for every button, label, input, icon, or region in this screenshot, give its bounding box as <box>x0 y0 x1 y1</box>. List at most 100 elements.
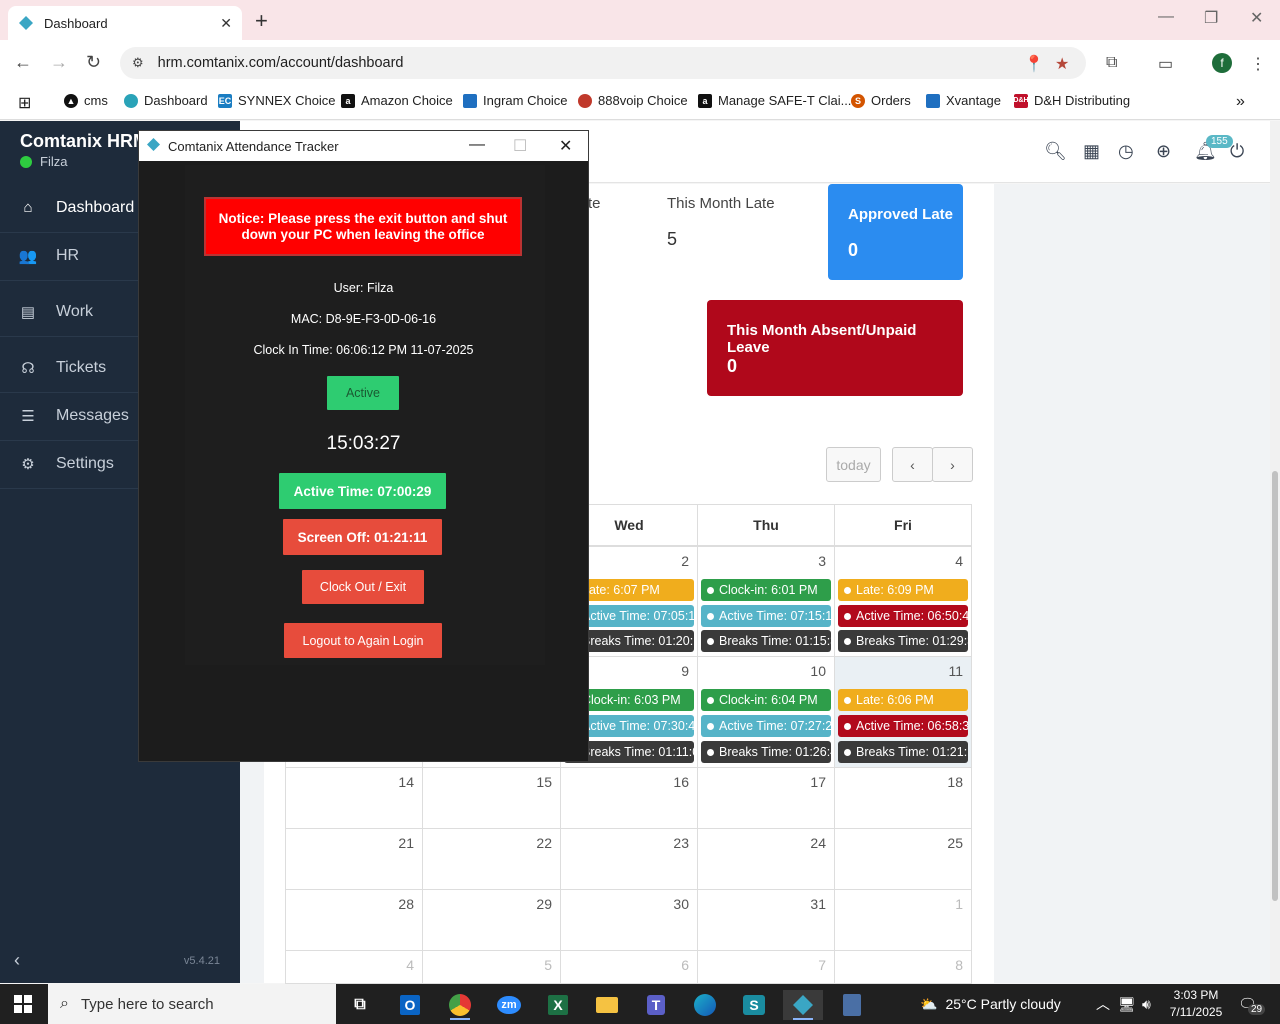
site-settings-icon[interactable]: ⚙ <box>132 55 144 71</box>
calendar-event-breaks[interactable]: Breaks Time: 01:26:48 <box>701 741 831 763</box>
calendar-day-other-month[interactable]: 7 <box>697 950 835 984</box>
calendar-day-other-month[interactable]: 8 <box>834 950 972 984</box>
address-bar[interactable]: ⚙ hrm.comtanix.com/account/dashboard <box>120 47 1086 79</box>
extensions-icon[interactable]: ⧉ <box>1106 54 1117 72</box>
new-tab-button[interactable]: + <box>255 8 268 34</box>
system-clock[interactable]: 3:03 PM 7/11/2025 <box>1166 987 1226 1021</box>
bookmark-synnex[interactable]: EC SYNNEX Choice <box>218 93 336 108</box>
calendar-day[interactable]: 21 <box>285 828 423 890</box>
calendar-day-other-month[interactable]: 1 <box>834 889 972 951</box>
calendar-day[interactable]: 15 <box>422 767 561 829</box>
approved-late-card[interactable]: Approved Late 0 <box>828 184 963 280</box>
calendar-day[interactable]: 10 Clock-in: 6:04 PM Active Time: 07:27:… <box>697 656 835 768</box>
browser-tab[interactable]: Dashboard ✕ <box>8 6 242 40</box>
calendar-day[interactable]: 24 <box>697 828 835 890</box>
tracker-maximize-button[interactable]: ☐ <box>513 136 527 156</box>
bookmark-orders[interactable]: S Orders <box>851 93 911 108</box>
calendar-event-clockin[interactable]: Clock-in: 6:01 PM <box>701 579 831 601</box>
calendar-event-breaks[interactable]: Breaks Time: 01:21:17 <box>838 741 968 763</box>
teams-icon[interactable]: T <box>636 990 676 1020</box>
scrollbar-thumb[interactable] <box>1272 471 1278 901</box>
close-window-button[interactable]: ✕ <box>1250 8 1263 28</box>
calculator-icon[interactable] <box>832 990 872 1020</box>
bookmark-cms[interactable]: ▲ cms <box>64 93 108 108</box>
bookmark-ingram[interactable]: Ingram Choice <box>463 93 568 108</box>
taskbar-search[interactable]: ⌕ Type here to search <box>48 984 336 1024</box>
profile-avatar[interactable]: f <box>1212 53 1232 73</box>
calendar-day[interactable]: 29 <box>422 889 561 951</box>
volume-icon[interactable]: 🔊︎ <box>1142 984 1151 1024</box>
location-icon[interactable]: 📍 <box>1024 54 1044 74</box>
clock-out-button[interactable]: Clock Out / Exit <box>302 570 424 604</box>
calendar-day[interactable]: 4 Late: 6:09 PM Active Time: 06:50:40 Br… <box>834 546 972 657</box>
calendar-event-breaks[interactable]: Breaks Time: 01:15:31 <box>701 630 831 652</box>
minimize-window-button[interactable]: — <box>1158 8 1174 26</box>
prev-month-button[interactable]: ‹ <box>892 447 933 482</box>
logout-button[interactable]: Logout to Again Login <box>284 623 442 658</box>
calendar-event-active[interactable]: Active Time: 07:15:10 <box>701 605 831 627</box>
notification-center-icon[interactable]: 🗨︎ 29 <box>1238 984 1266 1024</box>
calendar-day-other-month[interactable]: 6 <box>560 950 698 984</box>
calendar-event-late[interactable]: Late: 6:06 PM <box>838 689 968 711</box>
bookmark-xvantage[interactable]: Xvantage <box>926 93 1001 108</box>
next-month-button[interactable]: › <box>932 447 973 482</box>
tracker-close-button[interactable]: ✕ <box>559 136 572 156</box>
bookmark-888voip[interactable]: 888voip Choice <box>578 93 688 108</box>
network-icon[interactable]: 🖥︎ <box>1118 984 1136 1024</box>
calendar-event-late[interactable]: Late: 6:09 PM <box>838 579 968 601</box>
calendar-day[interactable]: 30 <box>560 889 698 951</box>
calendar-day[interactable]: 23 <box>560 828 698 890</box>
calendar-day[interactable]: 16 <box>560 767 698 829</box>
show-hidden-icons-icon[interactable]: ︿ <box>1096 984 1110 1024</box>
calendar-day[interactable]: 18 <box>834 767 972 829</box>
edge-icon[interactable] <box>685 990 725 1020</box>
calendar-day[interactable]: 25 <box>834 828 972 890</box>
forward-icon[interactable]: → <box>50 52 68 73</box>
reload-icon[interactable]: ↻ <box>86 52 101 73</box>
today-button[interactable]: today <box>826 447 881 482</box>
apps-grid-icon[interactable]: ⊞ <box>18 93 31 113</box>
file-explorer-icon[interactable] <box>587 990 627 1020</box>
calendar-day[interactable]: 31 <box>697 889 835 951</box>
calendar-event-active[interactable]: Active Time: 06:50:40 <box>838 605 968 627</box>
back-icon[interactable]: ← <box>14 52 32 73</box>
page-scrollbar[interactable] <box>1270 121 1280 983</box>
search-icon[interactable]: 🔍︎ <box>1044 141 1067 162</box>
url-text[interactable]: hrm.comtanix.com/account/dashboard <box>158 55 404 71</box>
bookmark-amazon[interactable]: a Amazon Choice <box>341 93 453 108</box>
windows-start-icon[interactable] <box>14 995 32 1013</box>
task-view-icon[interactable]: ⧉ <box>340 990 380 1020</box>
cast-icon[interactable]: ▭ <box>1158 54 1173 74</box>
calendar-day-other-month[interactable]: 4 <box>285 950 423 984</box>
calendar-event-breaks[interactable]: Breaks Time: 01:29:32 <box>838 630 968 652</box>
absent-card[interactable]: This Month Absent/Unpaid Leave 0 <box>707 300 963 396</box>
calendar-event-active[interactable]: Active Time: 06:58:38 <box>838 715 968 737</box>
calendar-day[interactable]: 28 <box>285 889 423 951</box>
restore-window-button[interactable]: ❐ <box>1204 8 1218 28</box>
comtanix-tracker-icon[interactable] <box>783 990 823 1020</box>
bookmark-star-icon[interactable]: ★ <box>1055 54 1069 74</box>
outlook-icon[interactable]: O <box>390 990 430 1020</box>
calendar-event-active[interactable]: Active Time: 07:27:28 <box>701 715 831 737</box>
bookmark-dh[interactable]: D&H D&H Distributing <box>1013 93 1130 108</box>
calendar-event-clockin[interactable]: Clock-in: 6:04 PM <box>701 689 831 711</box>
calendar-day-other-month[interactable]: 5 <box>422 950 561 984</box>
sway-icon[interactable]: S <box>734 990 774 1020</box>
bookmark-safet[interactable]: a Manage SAFE-T Clai... <box>698 93 851 108</box>
browser-menu-icon[interactable]: ⋮ <box>1250 54 1266 74</box>
zoom-icon[interactable]: zm <box>489 990 529 1020</box>
calendar-day[interactable]: 14 <box>285 767 423 829</box>
notes-icon[interactable]: ▦ <box>1083 141 1100 162</box>
bookmarks-overflow-icon[interactable]: » <box>1236 93 1245 111</box>
calendar-day[interactable]: 22 <box>422 828 561 890</box>
calendar-day-today[interactable]: 11 Late: 6:06 PM Active Time: 06:58:38 B… <box>834 656 972 768</box>
tracker-minimize-button[interactable]: — <box>469 136 485 154</box>
tab-close-icon[interactable]: ✕ <box>220 15 232 32</box>
calendar-day[interactable]: 3 Clock-in: 6:01 PM Active Time: 07:15:1… <box>697 546 835 657</box>
excel-icon[interactable]: X <box>538 990 578 1020</box>
chrome-icon[interactable] <box>440 990 480 1020</box>
weather-widget[interactable]: ⛅ 25°C Partly cloudy <box>920 984 1061 1024</box>
collapse-sidebar-icon[interactable]: ‹ <box>14 950 20 971</box>
bookmark-dashboard[interactable]: Dashboard <box>124 93 208 108</box>
clock-icon[interactable]: ◷ <box>1118 141 1134 162</box>
